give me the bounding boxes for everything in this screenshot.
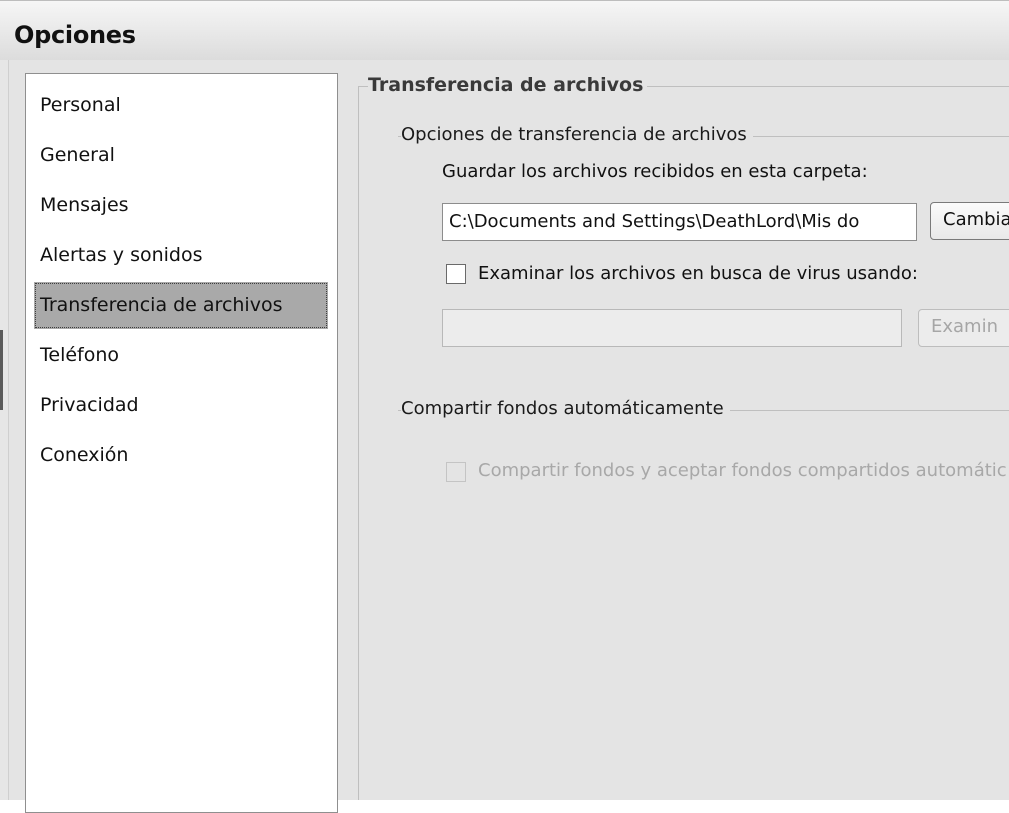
sidebar-item-file-transfer[interactable]: Transferencia de archivos	[34, 282, 328, 329]
window-title: Opciones	[14, 21, 136, 49]
sidebar-item-privacy[interactable]: Privacidad	[34, 382, 328, 429]
backgrounds-group-title: Compartir fondos automáticamente	[401, 398, 730, 419]
virus-scanner-path-field[interactable]	[442, 309, 902, 347]
section-title: Transferencia de archivos	[368, 74, 648, 96]
options-category-list[interactable]: Personal General Mensajes Alertas y soni…	[25, 73, 338, 813]
sidebar-item-phone[interactable]: Teléfono	[34, 332, 328, 379]
title-bar[interactable]: Opciones	[0, 0, 1009, 60]
browse-scanner-button[interactable]: Examin	[918, 309, 1009, 347]
settings-panel: Transferencia de archivos Opciones de tr…	[338, 60, 1009, 800]
sidebar-item-connection[interactable]: Conexión	[34, 432, 328, 479]
scan-virus-checkbox[interactable]	[446, 264, 466, 284]
share-backgrounds-label: Compartir fondos y aceptar fondos compar…	[478, 460, 1007, 481]
sidebar-item-general[interactable]: General	[34, 132, 328, 179]
save-folder-label: Guardar los archivos recibidos en esta c…	[442, 161, 868, 182]
sidebar-item-messages[interactable]: Mensajes	[34, 182, 328, 229]
sidebar-item-alerts-sounds[interactable]: Alertas y sonidos	[34, 232, 328, 279]
scan-virus-label: Examinar los archivos en busca de virus …	[478, 263, 918, 284]
change-folder-button[interactable]: Cambia	[930, 202, 1009, 240]
sidebar-item-personal[interactable]: Personal	[34, 82, 328, 129]
save-folder-field[interactable]: C:\Documents and Settings\DeathLord\Mis …	[442, 203, 917, 241]
options-window: Opciones Personal General Mensajes Alert…	[0, 0, 1009, 813]
window-left-border	[0, 60, 9, 800]
file-transfer-group-title: Opciones de transferencia de archivos	[401, 124, 753, 145]
share-backgrounds-checkbox[interactable]	[446, 462, 466, 482]
section-frame-left	[358, 86, 359, 800]
